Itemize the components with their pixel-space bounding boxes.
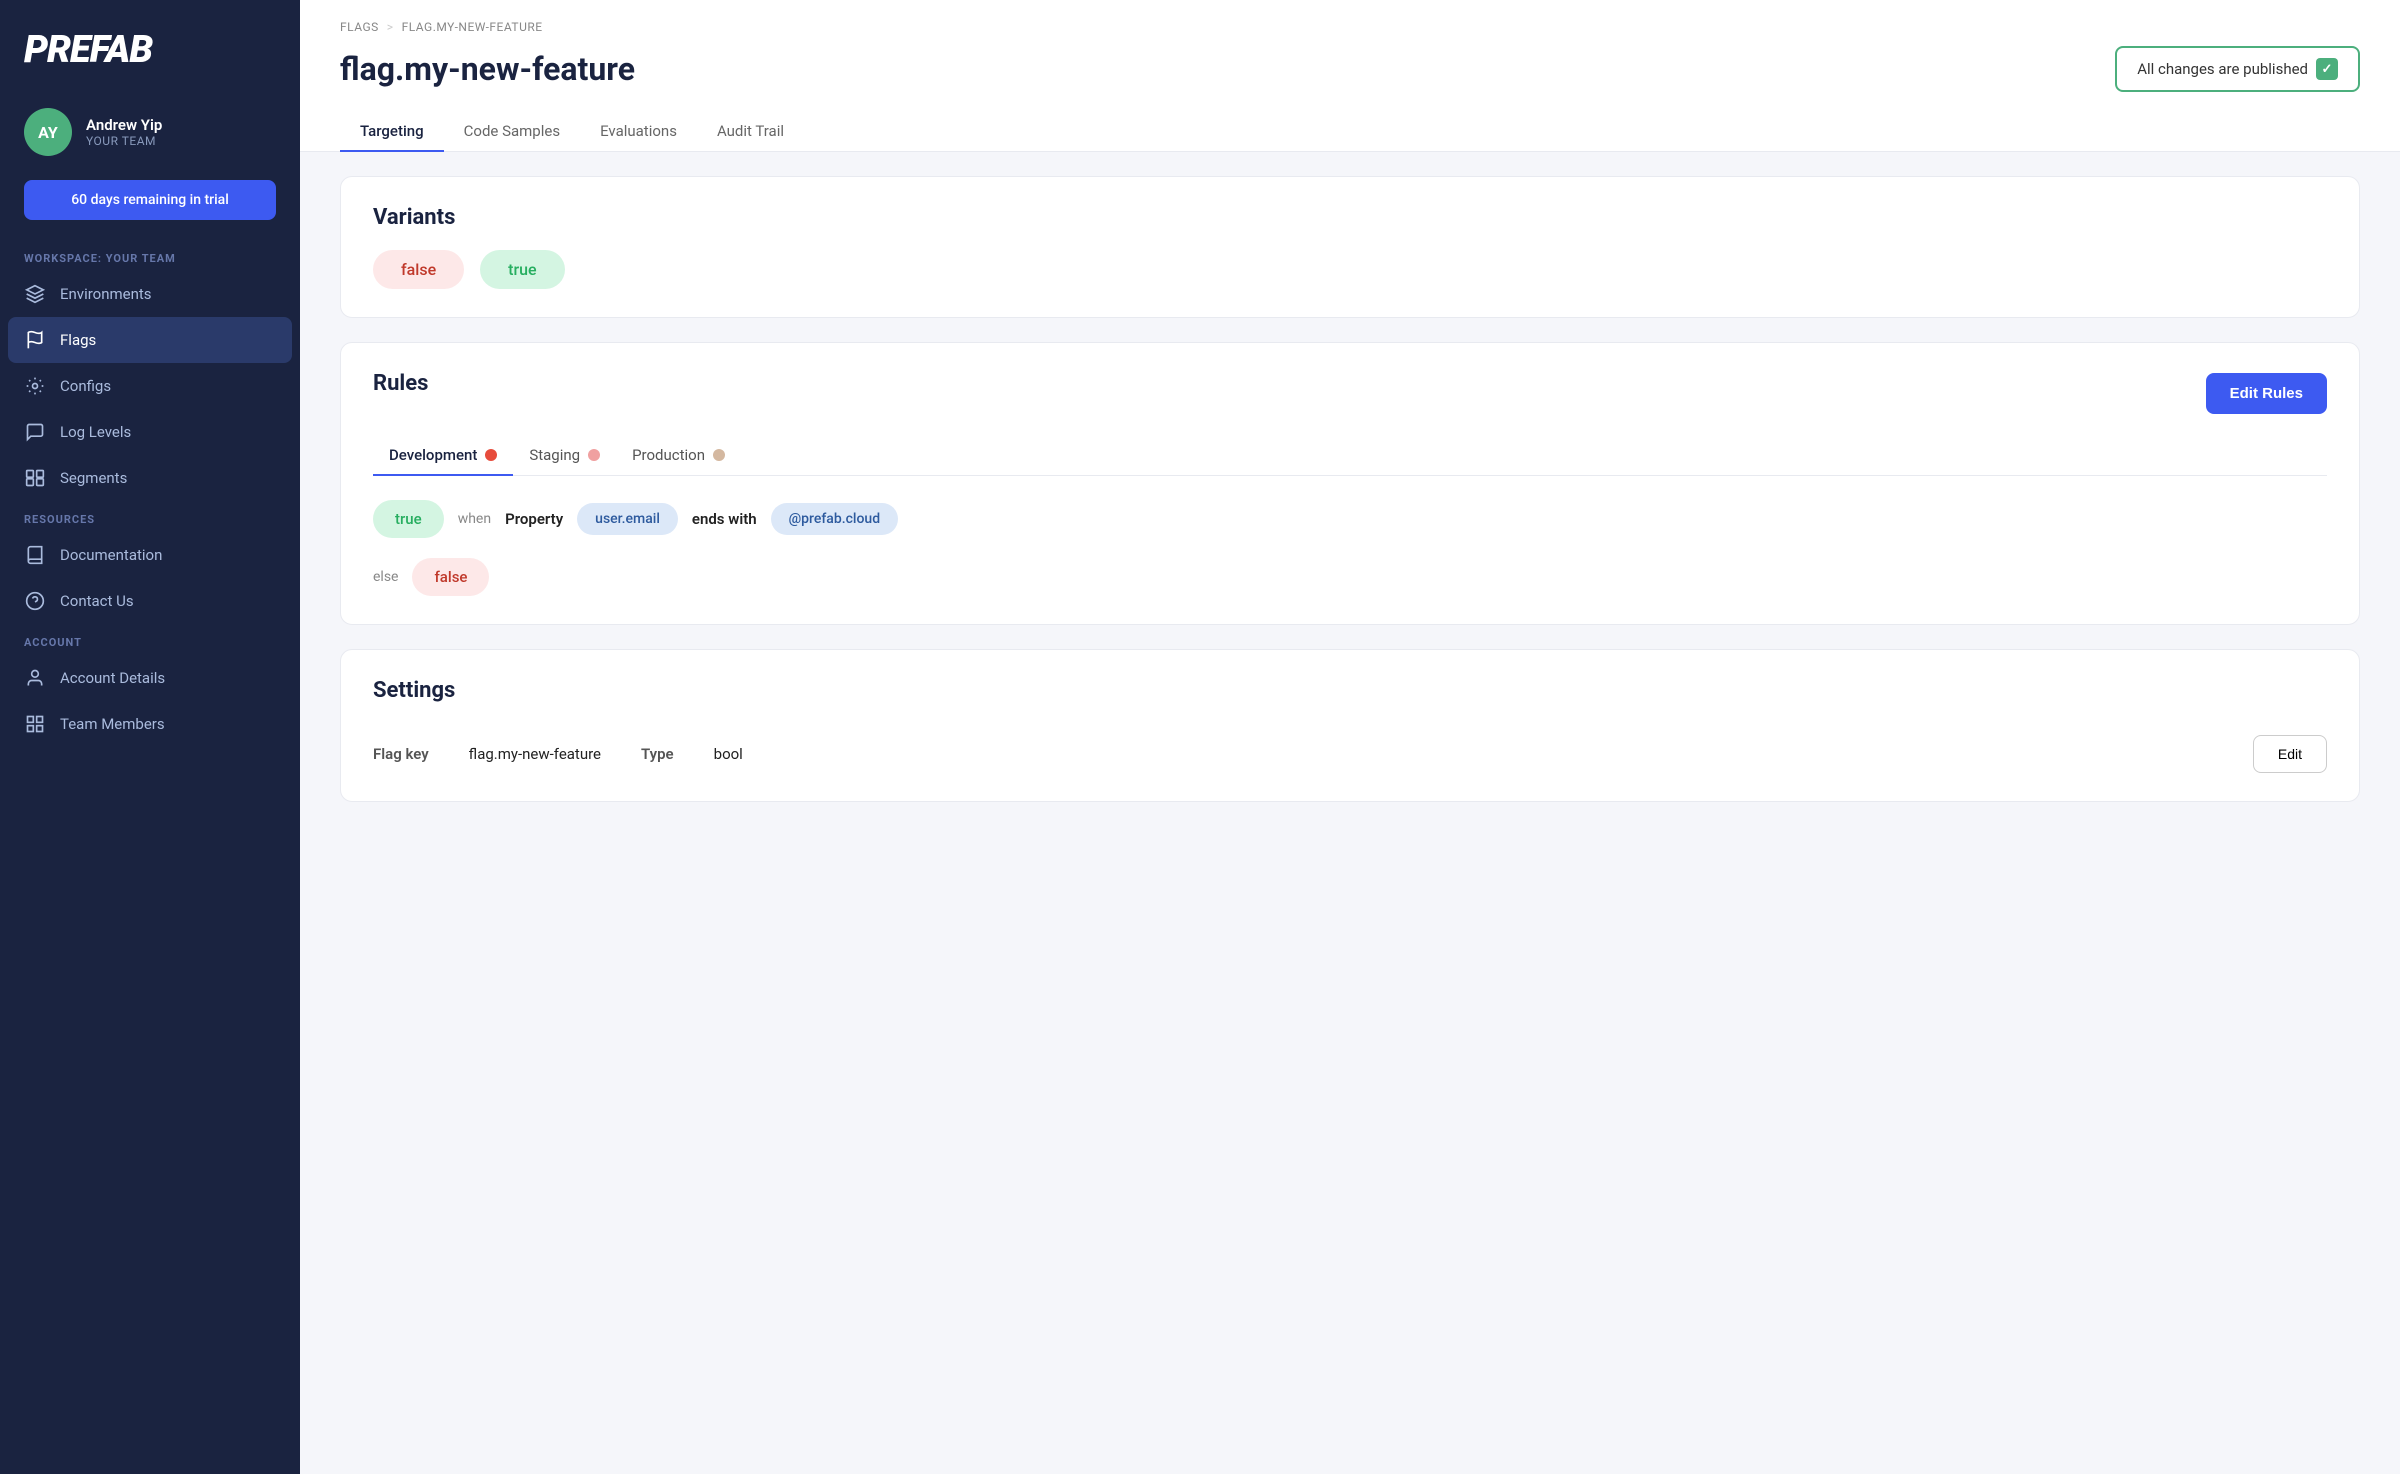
workspace-label: WORKSPACE: YOUR TEAM [0,240,300,271]
flags-icon [24,329,46,351]
property-text: Property [505,510,563,528]
sidebar-item-label: Flags [60,331,96,349]
sidebar-item-environments[interactable]: Environments [0,271,300,317]
main-header: FLAGS > FLAG.MY-NEW-FEATURE flag.my-new-… [300,0,2400,152]
environments-icon [24,283,46,305]
type-value: bool [714,745,743,763]
sidebar: PREFAB AY Andrew Yip YOUR TEAM 60 days r… [0,0,300,1474]
breadcrumb-current: FLAG.MY-NEW-FEATURE [402,20,543,34]
else-label: else [373,569,398,585]
tab-targeting[interactable]: Targeting [340,112,444,152]
team-icon [24,713,46,735]
sidebar-item-account-details[interactable]: Account Details [0,655,300,701]
dev-env-dot [485,449,497,461]
page-title: flag.my-new-feature [340,50,635,88]
tabs-bar: Targeting Code Samples Evaluations Audit… [340,112,2360,151]
sidebar-item-configs[interactable]: Configs [0,363,300,409]
variant-true: true [480,250,564,289]
else-result-chip: false [412,558,489,596]
env-tab-production[interactable]: Production [616,436,741,476]
match-value-tag: @prefab.cloud [771,503,899,535]
log-levels-icon [24,421,46,443]
main-content: FLAGS > FLAG.MY-NEW-FEATURE flag.my-new-… [300,0,2400,1474]
content-area: Variants false true Rules Edit Rules Dev… [300,152,2400,1474]
user-info: Andrew Yip YOUR TEAM [86,116,162,148]
sidebar-item-flags[interactable]: Flags [8,317,292,363]
variant-false: false [373,250,464,289]
sidebar-item-label: Contact Us [60,592,134,610]
book-icon [24,544,46,566]
sidebar-item-segments[interactable]: Segments [0,455,300,501]
sidebar-item-label: Log Levels [60,423,131,441]
staging-env-dot [588,449,600,461]
resources-label: RESOURCES [0,501,300,532]
env-tab-development[interactable]: Development [373,436,513,476]
user-icon [24,667,46,689]
sidebar-item-team-members[interactable]: Team Members [0,701,300,747]
env-tab-staging[interactable]: Staging [513,436,616,476]
sidebar-item-label: Environments [60,285,152,303]
configs-icon [24,375,46,397]
account-label: ACCOUNT [0,624,300,655]
settings-section: Settings Flag key flag.my-new-feature Ty… [340,649,2360,802]
else-row: else false [373,558,2327,596]
app-logo: PREFAB [24,28,276,72]
rules-title: Rules [373,371,428,396]
rule-row: true when Property user.email ends with … [373,500,2327,538]
breadcrumb-separator: > [387,20,394,34]
avatar: AY [24,108,72,156]
logo-area: PREFAB [0,0,300,92]
flag-key-label: Flag key [373,745,429,763]
sidebar-item-documentation[interactable]: Documentation [0,532,300,578]
user-section: AY Andrew Yip YOUR TEAM [0,92,300,172]
flag-key-value: flag.my-new-feature [469,745,601,763]
when-text: when [458,511,491,527]
page-title-row: flag.my-new-feature All changes are publ… [340,46,2360,92]
staging-tab-label: Staging [529,446,580,464]
rule-result-chip: true [373,500,444,538]
production-tab-label: Production [632,446,705,464]
settings-title: Settings [373,678,2327,703]
user-team: YOUR TEAM [86,134,162,148]
help-icon [24,590,46,612]
sidebar-item-label: Team Members [60,715,165,733]
sidebar-item-label: Segments [60,469,127,487]
breadcrumb: FLAGS > FLAG.MY-NEW-FEATURE [340,20,2360,34]
user-name: Andrew Yip [86,116,162,134]
variants-section: Variants false true [340,176,2360,318]
rules-header: Rules Edit Rules [373,371,2327,416]
segments-icon [24,467,46,489]
sidebar-item-label: Configs [60,377,111,395]
sidebar-item-log-levels[interactable]: Log Levels [0,409,300,455]
rules-section: Rules Edit Rules Development Staging Pro… [340,342,2360,625]
settings-edit-button[interactable]: Edit [2253,735,2327,773]
tab-code-samples[interactable]: Code Samples [444,112,580,152]
variants-row: false true [373,250,2327,289]
sidebar-item-contact-us[interactable]: Contact Us [0,578,300,624]
condition-text: ends with [692,510,757,528]
type-label: Type [641,745,674,763]
sidebar-item-label: Documentation [60,546,162,564]
trial-badge[interactable]: 60 days remaining in trial [24,180,276,220]
production-env-dot [713,449,725,461]
edit-rules-button[interactable]: Edit Rules [2206,373,2327,414]
variants-title: Variants [373,205,2327,230]
settings-row: Flag key flag.my-new-feature Type bool E… [373,723,2327,773]
published-check-icon: ✓ [2316,58,2338,80]
tab-audit-trail[interactable]: Audit Trail [697,112,804,152]
published-badge: All changes are published ✓ [2115,46,2360,92]
breadcrumb-parent: FLAGS [340,20,379,34]
published-text: All changes are published [2137,60,2308,78]
property-value-tag: user.email [577,503,678,535]
dev-tab-label: Development [389,446,477,464]
tab-evaluations[interactable]: Evaluations [580,112,697,152]
sidebar-item-label: Account Details [60,669,165,687]
environment-tabs: Development Staging Production [373,436,2327,476]
